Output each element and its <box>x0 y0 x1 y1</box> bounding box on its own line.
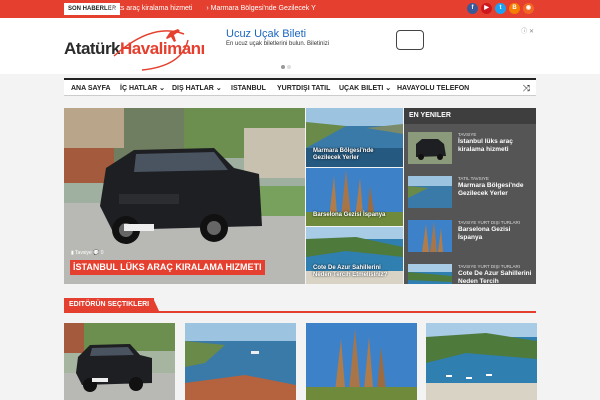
nav-item-ana-sayfa[interactable]: ANA SAYFA <box>71 82 111 96</box>
latest-post-title[interactable]: Barselona Gezisi İspanya <box>458 226 532 242</box>
nav-label: ISTANBUL <box>231 85 266 92</box>
nav-item-havayolu-telefon[interactable]: HAVAYOLU TELEFON <box>397 82 469 96</box>
latest-post-item[interactable]: TATIL TAVSIYE Marmara Bölgesi'nde Gezile… <box>408 176 534 210</box>
chevron-down-icon: ⌄ <box>215 85 222 92</box>
tile-title-line: Gezilecek Yerler <box>313 155 359 161</box>
facebook-icon[interactable]: f <box>467 3 478 14</box>
twitter-icon[interactable]: t <box>495 3 506 14</box>
nav-label: HAVAYOLU TELEFON <box>397 85 470 92</box>
nav-item-dis-hatlar[interactable]: DIŞ HATLAR ⌄ <box>172 82 222 96</box>
post-category[interactable]: TAVSIYE YURT DIŞI TURLARI <box>458 264 520 269</box>
nav-label: YURTDIŞI TATIL <box>277 85 331 92</box>
tile-title-line: Barselona Gezisi İspanya <box>313 212 386 218</box>
post-meta: ▮ Tavsiye 💬 0 <box>71 250 104 256</box>
latest-post-thumbnail[interactable] <box>408 132 452 164</box>
tile-title-line: Cote De Azur Sahillerini <box>313 265 381 271</box>
ad-open-button[interactable] <box>396 30 424 50</box>
heading-arrow-decoration <box>153 298 159 311</box>
suv-thumbnail <box>64 323 175 400</box>
section-heading: EDITÖRÜN SEÇTIKLERI <box>64 298 155 311</box>
nav-item-ucak-bileti[interactable]: UÇAK BILETI ⌄ <box>339 82 391 96</box>
shuffle-icon[interactable]: ⤨ <box>523 82 530 95</box>
main-navigation: ANA SAYFA İÇ HATLAR ⌄ DIŞ HATLAR ⌄ ISTAN… <box>64 78 536 96</box>
nav-label: DIŞ HATLAR <box>172 85 214 92</box>
ad-pagination <box>281 56 293 74</box>
ticker-item[interactable]: › Marmara Bölgesi'nde Gezilecek Y <box>206 5 315 12</box>
latest-post-title[interactable]: Marmara Bölgesi'nde Gezilecek Yerler <box>458 182 532 198</box>
ad-close-icon[interactable]: ⓘ ✕ <box>521 26 534 35</box>
post-category[interactable]: TAVSIYE <box>458 132 476 137</box>
nav-label: İÇ HATLAR <box>120 85 158 92</box>
youtube-icon[interactable]: ▶ <box>481 3 492 14</box>
featured-post-title[interactable]: İSTANBUL LÜKS ARAÇ KIRALAMA HIZMETI <box>70 260 265 275</box>
post-category[interactable]: TAVSIYE YURT DIŞI TURLARI <box>458 220 520 225</box>
tile-title-line: Marmara Bölgesi'nde <box>313 148 374 154</box>
latest-posts-widget: EN YENILER TAVSIYE İstanbul lüks araç ki… <box>404 108 536 284</box>
editors-pick-card[interactable] <box>185 323 296 400</box>
editors-pick-card[interactable] <box>306 323 417 400</box>
news-ticker[interactable]: İ lüks araç kiralama hizmeti › Marmara B… <box>108 3 328 15</box>
editors-pick-card[interactable] <box>426 323 537 400</box>
latest-post-item[interactable]: TAVSIYE YURT DIŞI TURLARI Barselona Gezi… <box>408 220 534 254</box>
featured-post-barselona[interactable]: Barselona Gezisi İspanya <box>306 168 403 226</box>
chevron-down-icon: ⌄ <box>385 85 392 92</box>
rss-icon[interactable]: ◉ <box>523 3 534 14</box>
nav-label: UÇAK BILETI <box>339 85 384 92</box>
marmara-coast-thumbnail <box>185 323 296 400</box>
latest-posts-heading: EN YENILER <box>404 108 536 124</box>
latest-post-title[interactable]: İstanbul lüks araç kiralama hizmeti <box>458 138 532 154</box>
tile-title-line: Neden Tercih Etmelisiniz? <box>313 272 388 278</box>
post-category[interactable]: TATIL TAVSIYE <box>458 176 489 181</box>
advertisement[interactable]: Ucuz Uçak Bileti En ucuz uçak biletlerin… <box>218 25 536 69</box>
riviera-harbor-thumbnail <box>426 323 537 400</box>
airplane-logo-icon <box>113 29 189 71</box>
nav-item-yurtdisi-tatil[interactable]: YURTDIŞI TATIL <box>277 82 330 96</box>
latest-post-item[interactable]: TAVSIYE İstanbul lüks araç kiralama hizm… <box>408 132 534 166</box>
latest-post-title[interactable]: Cote De Azur Sahillerini Neden Tercih <box>458 270 532 284</box>
latest-post-item[interactable]: TAVSIYE YURT DIŞI TURLARI Cote De Azur S… <box>408 264 534 284</box>
site-header: AtatürkHavalimanı Ucuz Uçak Bileti En uc… <box>0 18 600 74</box>
sagrada-familia-thumbnail <box>306 323 417 400</box>
ticker-item[interactable]: İ lüks araç kiralama hizmeti <box>108 5 192 12</box>
blogger-icon[interactable]: B <box>509 3 520 14</box>
ad-title[interactable]: Ucuz Uçak Bileti <box>226 28 306 40</box>
nav-item-ic-hatlar[interactable]: İÇ HATLAR ⌄ <box>120 82 165 96</box>
nav-item-istanbul[interactable]: ISTANBUL <box>231 82 266 96</box>
chevron-down-icon: ⌄ <box>159 85 166 92</box>
editors-pick-card[interactable] <box>64 323 175 400</box>
latest-post-thumbnail[interactable] <box>408 176 452 208</box>
featured-post-cote-de-azur[interactable]: Cote De Azur Sahillerini Neden Tercih Et… <box>306 227 403 284</box>
top-news-bar: SON HABERLER İ lüks araç kiralama hizmet… <box>0 0 600 18</box>
latest-post-thumbnail[interactable] <box>408 264 452 284</box>
latest-post-thumbnail[interactable] <box>408 220 452 252</box>
ad-subtitle: En ucuz uçak biletlerini bulun. Biletini… <box>226 41 330 47</box>
editors-picks-section-header: EDITÖRÜN SEÇTIKLERI <box>64 298 536 313</box>
featured-post-marmara[interactable]: Marmara Bölgesi'nde Gezilecek Yerler <box>306 108 403 167</box>
suv-photo <box>64 108 305 284</box>
nav-label: ANA SAYFA <box>71 85 111 92</box>
featured-main-post[interactable]: ▮ Tavsiye 💬 0 İSTANBUL LÜKS ARAÇ KIRALAM… <box>64 108 305 284</box>
